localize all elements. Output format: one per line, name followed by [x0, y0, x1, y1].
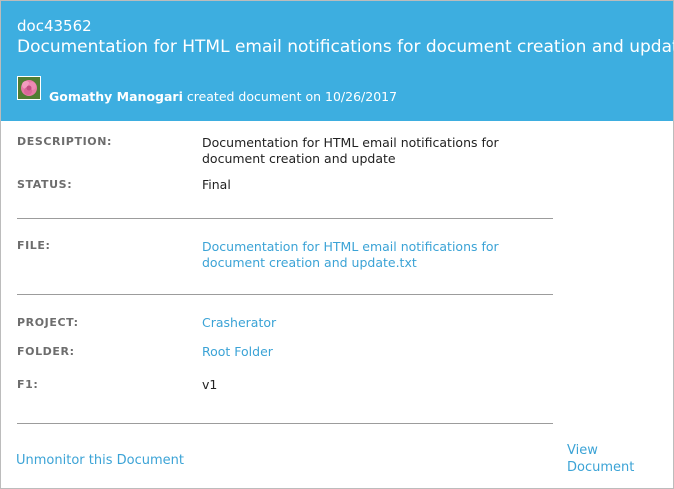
- divider: [17, 294, 553, 295]
- folder-link[interactable]: Root Folder: [202, 344, 554, 360]
- file-link[interactable]: Documentation for HTML email notificatio…: [202, 239, 554, 271]
- f1-label: F1:: [17, 378, 39, 391]
- created-by-line: Gomathy Manogari created document on 10/…: [49, 89, 397, 105]
- card-header: doc43562 Documentation for HTML email no…: [1, 1, 674, 121]
- document-notification-card: doc43562 Documentation for HTML email no…: [0, 0, 674, 489]
- description-label: DESCRIPTION:: [17, 135, 113, 148]
- avatar: [17, 76, 41, 100]
- unmonitor-document-link[interactable]: Unmonitor this Document: [16, 452, 184, 469]
- author-name: Gomathy Manogari: [49, 89, 183, 104]
- flower-avatar-image: [18, 77, 40, 99]
- created-date: 10/26/2017: [325, 89, 398, 104]
- folder-label: FOLDER:: [17, 345, 75, 358]
- f1-value: v1: [202, 377, 218, 392]
- view-document-link[interactable]: View Document: [567, 442, 647, 476]
- project-link[interactable]: Crasherator: [202, 315, 554, 331]
- status-label: STATUS:: [17, 178, 73, 191]
- document-title: Documentation for HTML email notificatio…: [17, 37, 674, 57]
- document-id: doc43562: [17, 17, 92, 35]
- divider: [17, 218, 553, 219]
- file-label: FILE:: [17, 239, 51, 252]
- project-label: PROJECT:: [17, 316, 79, 329]
- status-value: Final: [202, 177, 231, 192]
- created-text: created document on: [182, 89, 326, 104]
- divider: [17, 423, 553, 424]
- description-value: Documentation for HTML email notificatio…: [202, 135, 499, 166]
